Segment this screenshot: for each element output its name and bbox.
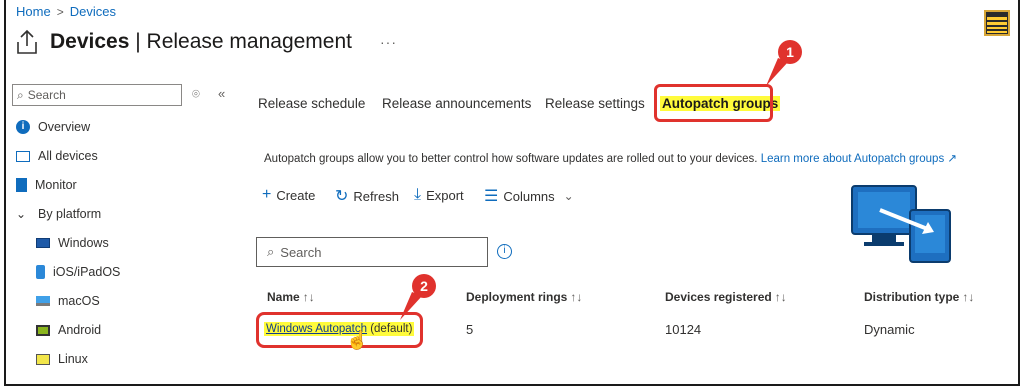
sidebar-search-input[interactable]: ⌕ Search: [12, 84, 182, 106]
table-cell-registered: 10124: [665, 322, 702, 337]
columns-button[interactable]: ☰ Columns ⌄: [484, 186, 574, 206]
sidebar-item-monitor[interactable]: Monitor: [16, 174, 77, 196]
page-title: Devices | Release management: [50, 30, 352, 53]
brand-logo: [984, 10, 1010, 36]
more-icon[interactable]: ···: [380, 34, 397, 50]
table-cell-rings: 5: [466, 322, 474, 337]
sidebar-item-linux[interactable]: Linux: [36, 348, 88, 370]
download-icon: ⤓: [414, 186, 422, 203]
callout-pointer-1: [766, 58, 788, 86]
upload-icon: [17, 29, 37, 54]
search-icon: ⌕: [267, 244, 275, 259]
learn-more-link[interactable]: Learn more about Autopatch groups ↗: [761, 153, 957, 165]
column-header-distribution-type[interactable]: Distribution type ↑↓: [864, 290, 974, 304]
sidebar-item-ios[interactable]: iOS/iPadOS: [36, 261, 120, 283]
sidebar-item-windows[interactable]: Windows: [36, 232, 109, 254]
column-header-deployment-rings[interactable]: Deployment rings ↑↓: [466, 290, 582, 304]
info-icon[interactable]: i: [497, 244, 512, 259]
sort-icon: ↑↓: [302, 290, 315, 304]
highlight-ring-tab: [654, 84, 773, 122]
group-search-input[interactable]: ⌕ Search: [256, 237, 488, 267]
sidebar-item-overview[interactable]: i Overview: [16, 116, 90, 138]
sidebar-item-macos[interactable]: macOS: [36, 290, 100, 312]
breadcrumb-devices[interactable]: Devices: [70, 4, 116, 19]
android-icon: [36, 324, 50, 336]
sort-icon: ↑↓: [962, 290, 975, 304]
devices-icon: [16, 150, 30, 162]
sidebar-item-by-platform[interactable]: ⌄ By platform: [16, 203, 101, 225]
windows-icon: [36, 238, 50, 248]
breadcrumb-separator: >: [56, 4, 64, 19]
column-header-name[interactable]: Name ↑↓: [267, 290, 315, 304]
breadcrumb-home[interactable]: Home: [16, 4, 51, 19]
sort-icon: ↑↓: [774, 290, 787, 304]
autopatch-illustration: [851, 185, 951, 263]
refresh-icon: ↻: [335, 188, 349, 205]
search-icon: ⌕: [17, 87, 24, 102]
linux-icon: [36, 353, 50, 365]
plus-icon: +: [262, 186, 272, 203]
description-text: Autopatch groups allow you to better con…: [264, 153, 958, 165]
ios-icon: [36, 265, 45, 279]
monitor-icon: [16, 178, 27, 192]
logo-graphic: [987, 17, 1007, 33]
sidebar-item-all-devices[interactable]: All devices: [16, 145, 98, 167]
export-button[interactable]: ⤓ Export: [414, 186, 464, 204]
chevron-down-icon: ⌄: [563, 189, 574, 203]
table-cell-distribution: Dynamic: [864, 322, 915, 337]
tab-release-settings[interactable]: Release settings: [545, 96, 645, 111]
columns-icon: ☰: [484, 188, 499, 205]
refresh-button[interactable]: ↻ Refresh: [335, 186, 399, 206]
page-header: Devices | Release management ···: [14, 28, 397, 56]
breadcrumb: Home > Devices: [16, 4, 116, 19]
sort-icon: ↑↓: [570, 290, 583, 304]
callout-pointer-2: [400, 292, 422, 320]
hand-cursor-icon: ☝: [346, 330, 369, 350]
collapse-icon[interactable]: «: [218, 86, 225, 101]
chevron-down-icon: ⌄: [16, 207, 27, 221]
macos-icon: [36, 296, 50, 306]
create-button[interactable]: + Create: [262, 186, 315, 204]
tab-release-schedule[interactable]: Release schedule: [258, 96, 365, 111]
pin-icon[interactable]: ⌾: [192, 86, 200, 102]
info-icon: i: [16, 120, 30, 134]
tab-release-announcements[interactable]: Release announcements: [382, 96, 531, 111]
column-header-devices-registered[interactable]: Devices registered ↑↓: [665, 290, 787, 304]
sidebar-item-android[interactable]: Android: [36, 319, 101, 341]
